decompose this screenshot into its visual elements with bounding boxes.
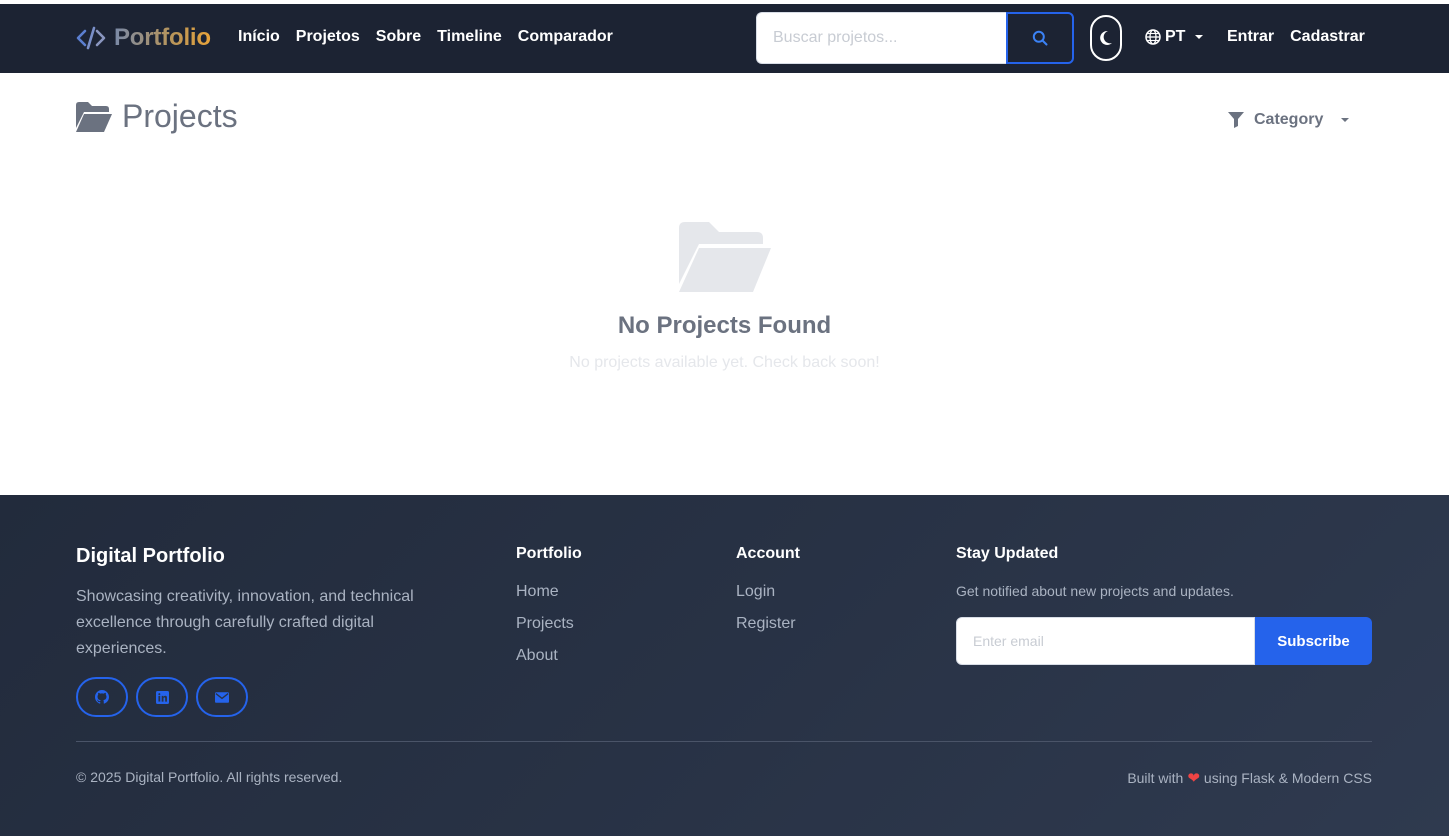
folder-open-icon [678, 222, 771, 292]
moon-icon [1100, 30, 1112, 45]
folder-open-icon [76, 101, 112, 132]
footer-link-about[interactable]: About [516, 647, 582, 665]
empty-state: No Projects Found No projects available … [0, 220, 1449, 372]
footer-account-column: Account Login Register [736, 545, 800, 647]
built-with-suffix: using Flask & Modern CSS [1203, 770, 1372, 786]
footer-portfolio-heading: Portfolio [516, 545, 582, 562]
footer: Digital Portfolio Showcasing creativity,… [0, 495, 1449, 836]
search-form [756, 12, 1074, 64]
footer-brand: Digital Portfolio [76, 545, 225, 567]
github-icon [95, 690, 109, 704]
nav-sobre[interactable]: Sobre [376, 28, 421, 46]
empty-state-subtitle: No projects available yet. Check back so… [569, 354, 880, 371]
search-icon [1032, 30, 1048, 46]
page-title: Projects [122, 98, 238, 134]
globe-icon [1145, 29, 1161, 45]
newsletter-form: Subscribe [956, 617, 1372, 665]
register-link[interactable]: Cadastrar [1290, 28, 1365, 46]
main-nav: Início Projetos Sobre Timeline Comparado… [238, 28, 613, 46]
footer-description: Showcasing creativity, innovation, and t… [76, 588, 414, 657]
nav-inicio[interactable]: Início [238, 28, 280, 46]
copyright-text: © 2025 Digital Portfolio. All rights res… [76, 769, 343, 785]
login-link[interactable]: Entrar [1227, 28, 1274, 46]
search-button[interactable] [1006, 12, 1074, 64]
github-link[interactable] [76, 677, 128, 717]
newsletter-heading: Stay Updated [956, 545, 1059, 562]
linkedin-icon [155, 690, 169, 704]
auth-links: Entrar Cadastrar [1227, 28, 1365, 46]
nav-projetos[interactable]: Projetos [296, 28, 360, 46]
theme-toggle-button[interactable] [1090, 15, 1122, 61]
footer-link-register[interactable]: Register [736, 615, 800, 633]
footer-link-home[interactable]: Home [516, 583, 582, 601]
heart-icon: ❤ [1187, 770, 1200, 787]
linkedin-link[interactable] [136, 677, 188, 717]
code-icon [76, 26, 106, 50]
empty-state-title: No Projects Found [617, 312, 832, 339]
language-label: PT [1165, 28, 1186, 45]
brand-name: Portfolio [114, 24, 211, 51]
brand-link[interactable]: Portfolio [76, 23, 211, 53]
chevron-down-icon [1341, 118, 1350, 122]
mail-icon [215, 691, 229, 703]
footer-divider [76, 741, 1372, 742]
built-with-prefix: Built with [1127, 770, 1184, 786]
footer-link-login[interactable]: Login [736, 583, 800, 601]
filter-icon [1228, 112, 1244, 128]
chevron-down-icon [1195, 35, 1204, 39]
subscribe-button[interactable]: Subscribe [1255, 617, 1372, 665]
category-filter-dropdown[interactable]: Category [1228, 111, 1350, 129]
footer-account-heading: Account [736, 545, 800, 562]
newsletter-email-input[interactable] [956, 617, 1255, 665]
built-with-text: Built with ❤ using Flask & Modern CSS [1127, 769, 1372, 787]
page-header: Projects [76, 98, 238, 135]
category-label: Category [1254, 111, 1324, 128]
navbar: Portfolio Início Projetos Sobre Timeline… [0, 4, 1449, 73]
search-input[interactable] [756, 12, 1006, 64]
footer-link-projects[interactable]: Projects [516, 615, 582, 633]
language-dropdown[interactable]: PT [1145, 28, 1204, 46]
footer-portfolio-column: Portfolio Home Projects About [516, 545, 582, 679]
footer-newsletter-column: Stay Updated Get notified about new proj… [956, 545, 1372, 665]
social-links [76, 677, 248, 717]
email-link[interactable] [196, 677, 248, 717]
nav-timeline[interactable]: Timeline [437, 28, 502, 46]
newsletter-text: Get notified about new projects and upda… [956, 583, 1234, 599]
nav-comparador[interactable]: Comparador [518, 28, 613, 46]
